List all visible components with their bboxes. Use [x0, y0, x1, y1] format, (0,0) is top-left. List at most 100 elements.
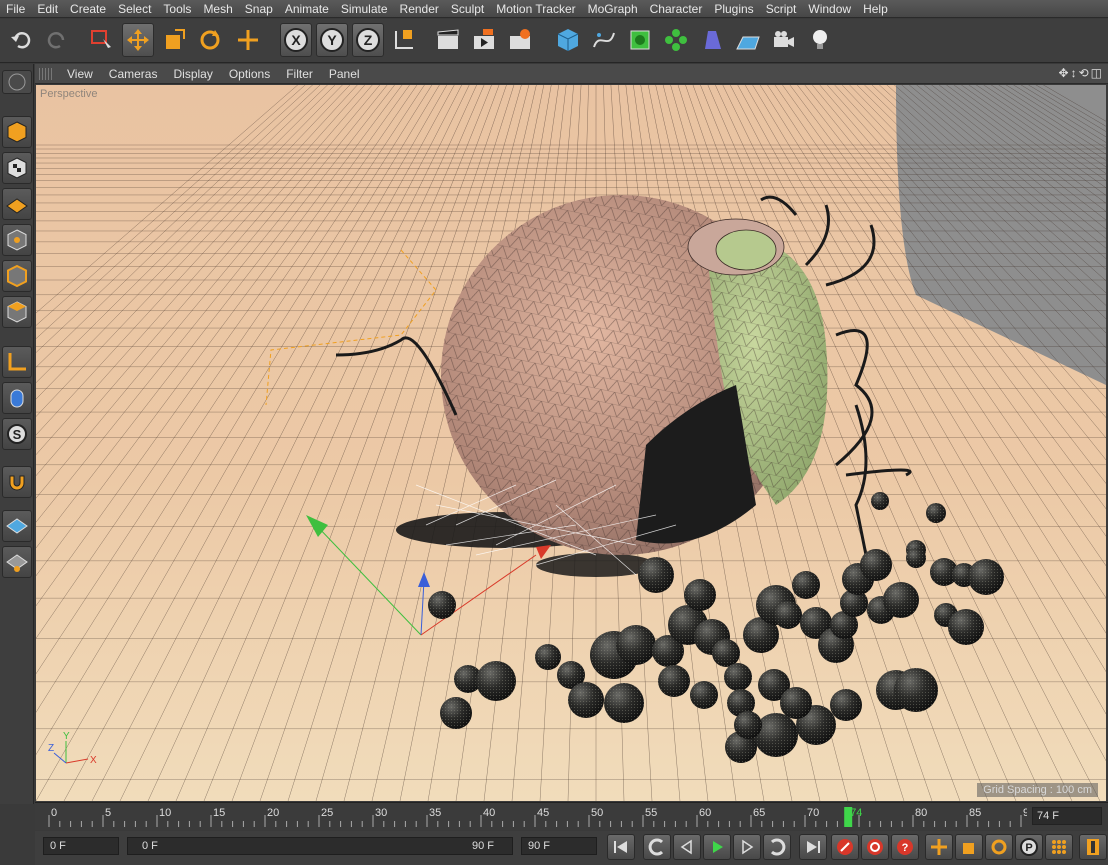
record-point-level-button[interactable] [1045, 834, 1073, 860]
current-frame-field[interactable]: 74 F [1032, 807, 1102, 825]
array-generator-button[interactable] [660, 23, 692, 57]
redo-icon [47, 32, 65, 49]
menu-file[interactable]: File [0, 0, 31, 18]
snap-button[interactable]: S [2, 418, 32, 450]
axis-mode-button[interactable] [2, 346, 32, 378]
deformer-button[interactable] [696, 23, 728, 57]
menu-mograph[interactable]: MoGraph [582, 0, 644, 18]
orbit-view-icon[interactable]: ⟲ [1079, 66, 1089, 80]
live-selection-button[interactable] [86, 23, 118, 57]
menu-render[interactable]: Render [394, 0, 445, 18]
polygons-mode-button[interactable] [2, 296, 32, 328]
menu-animate[interactable]: Animate [279, 0, 335, 18]
play-button[interactable] [703, 834, 731, 860]
menu-motion-tracker[interactable]: Motion Tracker [490, 0, 581, 18]
particle-sphere-mesh [440, 697, 472, 729]
go-to-end-button[interactable] [799, 834, 827, 860]
panel-grip-icon[interactable] [39, 67, 53, 80]
menu-help[interactable]: Help [857, 0, 894, 18]
viewport-menu-panel[interactable]: Panel [321, 67, 368, 81]
menu-script[interactable]: Script [760, 0, 803, 18]
z-axis-button[interactable]: Z [352, 23, 384, 57]
record-active-objects-button[interactable] [831, 834, 859, 860]
light-button[interactable] [804, 23, 836, 57]
move-tool-button[interactable] [122, 23, 154, 57]
menu-create[interactable]: Create [64, 0, 112, 18]
menu-mesh[interactable]: Mesh [197, 0, 238, 18]
next-key-button[interactable] [763, 834, 791, 860]
scale-tool-button[interactable] [158, 23, 190, 57]
recent-tool-button[interactable] [232, 23, 264, 57]
x-axis-icon: X [284, 28, 308, 52]
frame-ruler[interactable]: 0 5 10 15 20 25 30 35 40 45 50 55 60 65 70 74 80 85 90 [43, 805, 1027, 829]
frame-range-slider[interactable]: 0 F 90 F [127, 837, 513, 855]
keyframe-selection-button[interactable]: ? [891, 834, 919, 860]
record-rotation-button[interactable] [985, 834, 1013, 860]
y-axis-button[interactable]: Y [316, 23, 348, 57]
menu-select[interactable]: Select [112, 0, 157, 18]
spline-button[interactable] [588, 23, 620, 57]
menu-edit[interactable]: Edit [31, 0, 64, 18]
start-frame-field[interactable]: 0 F [43, 837, 119, 855]
workplane-mode-button[interactable] [2, 188, 32, 220]
enable-snap-button[interactable] [2, 466, 32, 498]
menu-tools[interactable]: Tools [157, 0, 197, 18]
next-frame-button[interactable] [733, 834, 761, 860]
viewport-menu-cameras[interactable]: Cameras [101, 67, 166, 81]
camera-button[interactable] [768, 23, 800, 57]
timeline-window-button[interactable] [1079, 834, 1107, 860]
menu-plugins[interactable]: Plugins [708, 0, 759, 18]
texture-mode-button[interactable] [2, 152, 32, 184]
render-settings-button[interactable] [504, 23, 536, 57]
menu-simulate[interactable]: Simulate [335, 0, 394, 18]
svg-text:?: ? [902, 842, 909, 854]
timeline-ruler[interactable]: 0 5 10 15 20 25 30 35 40 45 50 55 60 65 70 74 80 85 90 74 … [35, 802, 1108, 830]
points-mode-button[interactable] [2, 224, 32, 256]
go-to-start-button[interactable] [607, 834, 635, 860]
torus-inner [715, 229, 777, 271]
viewport-menu-options[interactable]: Options [221, 67, 278, 81]
autokeying-button[interactable] [861, 834, 889, 860]
menu-sculpt[interactable]: Sculpt [445, 0, 490, 18]
menu-window[interactable]: Window [802, 0, 857, 18]
particle-sphere-mesh [476, 661, 516, 701]
particle-sphere-mesh [568, 682, 604, 718]
planar-workplane-button[interactable] [2, 546, 32, 578]
x-axis-button[interactable]: X [280, 23, 312, 57]
floor-button[interactable] [732, 23, 764, 57]
viewport-menu-view[interactable]: View [59, 67, 101, 81]
edges-mode-button[interactable] [2, 260, 32, 292]
frame-tick-label: 15 [213, 807, 225, 819]
dolly-view-icon[interactable]: ↕ [1071, 66, 1077, 80]
viewport-menu-filter[interactable]: Filter [278, 67, 321, 81]
render-view-button[interactable] [432, 23, 464, 57]
record-position-button[interactable] [925, 834, 953, 860]
menu-character[interactable]: Character [644, 0, 709, 18]
record-parameter-button[interactable]: P [1015, 834, 1043, 860]
viewport-camera-label: Perspective [40, 88, 98, 100]
previous-key-button[interactable] [643, 834, 671, 860]
cube-object-button[interactable] [552, 23, 584, 57]
toggle-view-icon[interactable]: ◫ [1091, 66, 1102, 80]
layout-menu-button[interactable] [2, 70, 32, 94]
record-scale-button[interactable] [955, 834, 983, 860]
svg-text:X: X [90, 755, 97, 766]
pan-view-icon[interactable]: ✥ [1059, 66, 1069, 80]
end-frame-field[interactable]: 90 F [521, 837, 597, 855]
viewport-menu-display[interactable]: Display [165, 67, 220, 81]
previous-frame-button[interactable] [673, 834, 701, 860]
subdivision-surface-button[interactable] [624, 23, 656, 57]
model-mode-button[interactable] [2, 116, 32, 148]
render-to-picture-viewer-button[interactable] [468, 23, 500, 57]
mouse-icon [10, 389, 24, 408]
locked-workplane-button[interactable] [2, 510, 32, 542]
tweak-mode-button[interactable] [2, 382, 32, 414]
coordinate-system-button[interactable] [388, 23, 420, 57]
workplane-icon [6, 198, 28, 214]
frame-tick-label: 85 [969, 807, 981, 819]
rotate-tool-button[interactable] [194, 23, 226, 57]
menu-snap[interactable]: Snap [239, 0, 279, 18]
undo-button[interactable] [6, 23, 38, 57]
perspective-viewport[interactable]: Y X Z Perspective Grid Spacing : 100 cm [36, 85, 1106, 801]
redo-button[interactable] [40, 23, 72, 57]
